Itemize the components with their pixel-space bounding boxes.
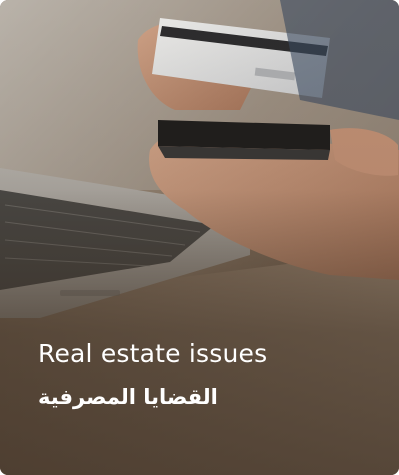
card-title-arabic[interactable]: القضايا المصرفية <box>38 380 368 414</box>
card-caption: Real estate issues القضايا المصرفية <box>38 336 368 414</box>
service-card[interactable]: Real estate issues القضايا المصرفية <box>0 0 399 475</box>
card-title-english[interactable]: Real estate issues <box>38 336 368 372</box>
